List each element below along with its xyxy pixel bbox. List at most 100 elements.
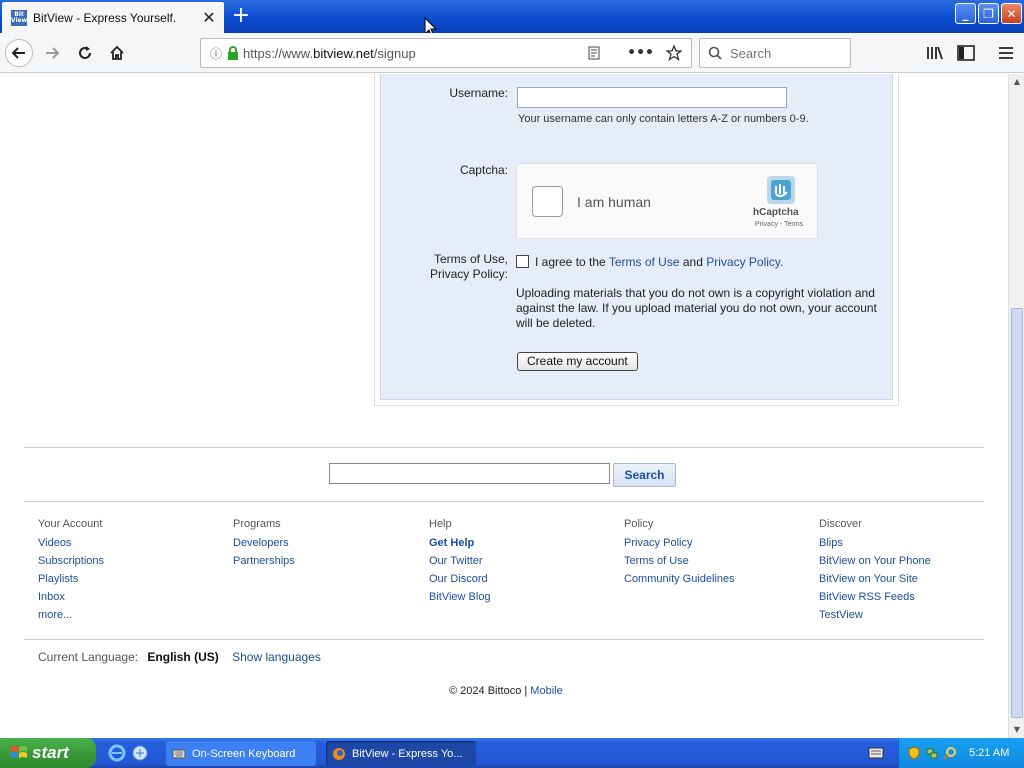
show-languages-link[interactable]: Show languages [232,650,321,664]
footer-link-bitview-site[interactable]: BitView on Your Site [819,570,931,588]
captcha-label: Captcha: [459,163,508,177]
taskbar-item-firefox[interactable]: BitView - Express Yo... [326,741,476,766]
taskbar-item-label: BitView - Express Yo... [352,747,463,760]
taskbar-item-onscreen-keyboard[interactable]: On-Screen Keyboard [166,741,316,766]
language-row: Current Language: English (US) Show lang… [38,650,321,664]
username-input[interactable] [517,87,787,108]
footer-divider [24,639,984,640]
footer-link-our-twitter[interactable]: Our Twitter [429,552,491,570]
start-button[interactable]: start [0,738,96,768]
copyright-warning: Uploading materials that you do not own … [516,286,877,330]
browser-tab-bitview[interactable]: Bit View BitView - Express Yourself. ✕ [2,2,224,33]
home-icon [110,45,124,60]
footer-column-heading: Your Account [38,518,103,530]
footer-link-more[interactable]: more... [38,606,104,624]
footer-link-get-help[interactable]: Get Help [429,534,491,552]
agree-terms-checkbox[interactable] [516,255,529,268]
footer-column-programs: Programs Developers Partnerships [233,518,295,570]
scrollbar-thumb[interactable] [1011,308,1023,718]
search-tray-icon[interactable] [943,746,957,760]
tab-close-icon[interactable]: ✕ [200,8,218,27]
footer-link-partnerships[interactable]: Partnerships [233,552,295,570]
footer-link-our-discord[interactable]: Our Discord [429,570,491,588]
footer-link-subscriptions[interactable]: Subscriptions [38,552,104,570]
footer-divider [24,501,984,502]
scroll-up-arrow-icon[interactable]: ▲ [1009,74,1024,90]
sidebar-icon[interactable] [957,45,975,61]
minimize-icon[interactable]: _ [955,3,976,24]
keyboard-tray-icon[interactable] [868,746,884,760]
hcaptcha-widget: I am human hCaptcha Privacy - Terms [516,163,818,239]
hamburger-menu-icon[interactable] [997,45,1015,61]
window-controls: _ ❐ ✕ [955,3,1022,24]
footer-link-playlists[interactable]: Playlists [38,570,104,588]
hcaptcha-text: I am human [577,194,651,210]
footer-search-button[interactable]: Search [613,463,676,487]
footer-link-bitview-phone[interactable]: BitView on Your Phone [819,552,931,570]
page-content: Username: Your username can only contain… [0,74,1008,738]
footer-search-input[interactable] [329,463,610,484]
bitview-favicon-icon: Bit View [10,9,28,26]
taskbar-clock: 5:21 AM [969,747,1010,759]
back-button[interactable] [5,39,33,67]
username-hint: Your username can only contain letters A… [518,113,809,125]
footer-link-terms-of-use[interactable]: Terms of Use [624,552,735,570]
hcaptcha-logo-icon [767,176,795,204]
security-shield-icon[interactable] [907,746,921,760]
footer-link-bitview-blog[interactable]: BitView Blog [429,588,491,606]
page-actions-icon[interactable]: ••• [627,45,654,61]
footer-column-heading: Discover [819,518,862,530]
footer-link-community-guidelines[interactable]: Community Guidelines [624,570,735,588]
hcaptcha-checkbox[interactable] [532,186,563,217]
language-label: Current Language: [38,650,139,664]
network-icon[interactable] [925,746,939,760]
back-arrow-icon [11,47,25,59]
mobile-link[interactable]: Mobile [530,685,562,697]
reader-view-icon[interactable] [587,46,601,60]
forward-arrow-icon [46,47,60,59]
current-language: English (US) [147,650,219,664]
footer-divider [24,447,984,448]
system-tray: 5:21 AM [898,738,1024,768]
footer-column-heading: Policy [624,518,654,530]
home-button[interactable] [103,39,131,67]
internet-explorer-icon[interactable] [108,744,126,762]
start-label: start [32,743,69,762]
library-icon[interactable] [926,45,944,61]
info-icon[interactable]: ⓘ [210,45,222,62]
browser-toolbar: ⓘ https://www.bitview.net/signup ••• [0,33,1024,73]
browser-quicklaunch-icon[interactable] [131,744,149,762]
new-tab-plus-icon[interactable]: + [230,5,252,28]
address-bar[interactable]: ⓘ https://www.bitview.net/signup ••• [200,38,692,68]
footer-link-rss-feeds[interactable]: BitView RSS Feeds [819,588,931,606]
page-scrollbar[interactable]: ▲ ▼ [1008,74,1024,738]
footer-link-privacy-policy[interactable]: Privacy Policy [624,534,735,552]
restore-icon[interactable]: ❐ [978,3,999,24]
terms-label: Terms of Use, Privacy Policy: [429,252,508,281]
create-account-button[interactable]: Create my account [517,352,638,371]
agree-terms-text: I agree to the Terms of Use and Privacy … [535,255,784,269]
windows-logo-icon [11,746,27,758]
windows-taskbar: start On-Screen Keyboard BitView - Expre… [0,738,1024,768]
terms-of-use-link[interactable]: Terms of Use [609,255,680,269]
lock-icon [228,46,239,60]
hcaptcha-links[interactable]: Privacy - Terms [755,221,803,228]
footer-column-policy: Policy Privacy Policy Terms of Use Commu… [624,518,735,588]
privacy-policy-link[interactable]: Privacy Policy. [706,255,783,269]
firefox-icon [333,747,345,760]
footer-link-videos[interactable]: Videos [38,534,104,552]
browser-search-bar[interactable] [699,38,851,68]
taskbar-item-label: On-Screen Keyboard [192,747,296,760]
browser-search-input[interactable] [728,44,838,62]
footer-link-developers[interactable]: Developers [233,534,295,552]
footer-link-inbox[interactable]: Inbox [38,588,104,606]
footer-link-blips[interactable]: Blips [819,534,931,552]
footer-link-testview[interactable]: TestView [819,606,931,624]
bookmark-star-icon[interactable] [666,45,682,61]
window-close-icon[interactable]: ✕ [1001,3,1022,24]
footer-column-discover: Discover Blips BitView on Your Phone Bit… [819,518,931,624]
scroll-down-arrow-icon[interactable]: ▼ [1009,722,1024,738]
reload-button[interactable] [71,39,99,67]
username-label: Username: [449,86,508,100]
forward-button[interactable] [38,39,66,67]
